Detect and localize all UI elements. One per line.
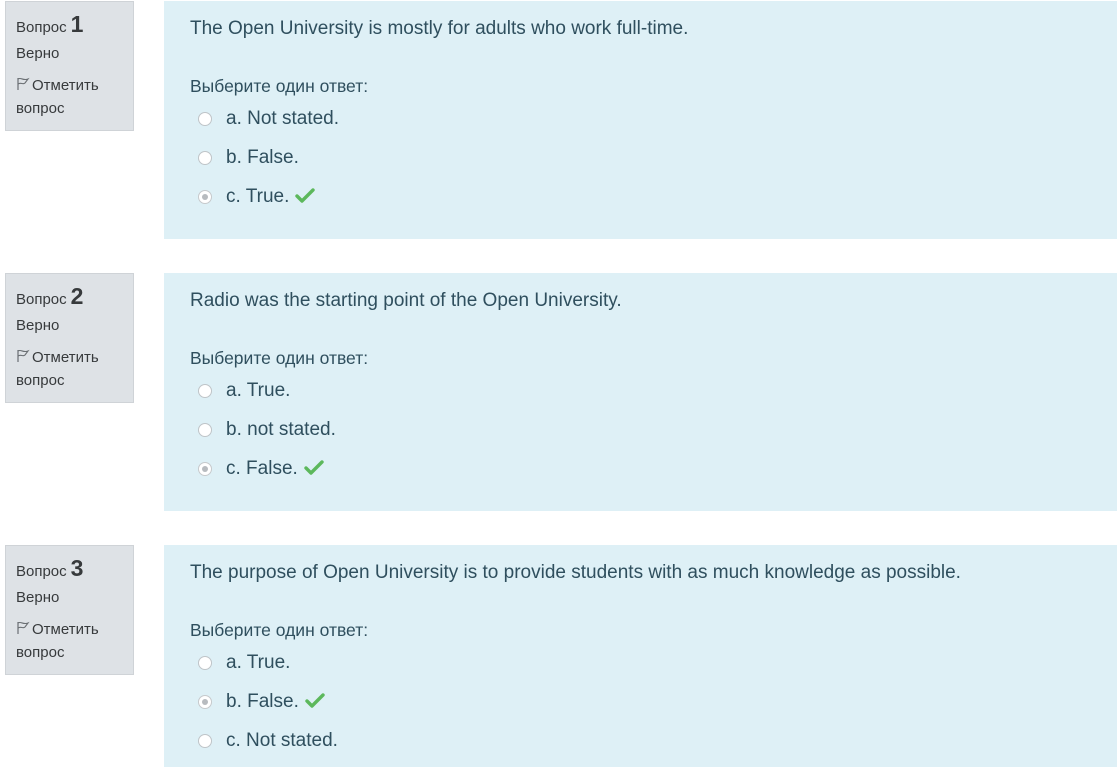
answer-radio[interactable]	[198, 734, 212, 748]
question-info: Вопрос 1 Верно Отметить вопрос	[5, 1, 134, 131]
question-label: Вопрос	[16, 291, 67, 308]
question-state: Верно	[16, 589, 60, 606]
answer-option[interactable]: b. False.	[190, 147, 1117, 186]
check-icon	[295, 188, 316, 203]
question-number: 2	[70, 283, 84, 309]
answer-list: a. True. b. False. c. Not stated.	[190, 652, 1117, 769]
answer-label: b. False.	[226, 691, 325, 713]
question-number: 1	[70, 11, 84, 37]
flag-icon	[17, 621, 30, 634]
question-info: Вопрос 3 Верно Отметить вопрос	[5, 545, 134, 675]
answer-option[interactable]: a. True.	[190, 380, 1117, 419]
answer-radio-selected[interactable]	[198, 462, 212, 476]
answer-radio[interactable]	[198, 112, 212, 126]
answer-label-text: c. False.	[226, 458, 298, 479]
answer-label: c. False.	[226, 458, 324, 480]
question-1: Вопрос 1 Верно Отметить вопрос The Open …	[0, 1, 1117, 239]
question-state: Верно	[16, 45, 60, 62]
answer-label: a. Not stated.	[226, 108, 340, 129]
answer-label-text: c. True.	[226, 186, 290, 207]
question-content: The Open University is mostly for adults…	[164, 1, 1117, 239]
answer-label-text: b. False.	[226, 691, 299, 712]
answer-option[interactable]: a. Not stated.	[190, 108, 1117, 147]
answer-radio-selected[interactable]	[198, 190, 212, 204]
answer-radio[interactable]	[198, 656, 212, 670]
answer-label: c. True.	[226, 186, 316, 208]
check-icon	[304, 460, 324, 475]
question-2: Вопрос 2 Верно Отметить вопрос Radio was…	[0, 273, 1117, 511]
answer-label: c. Not stated.	[226, 730, 338, 751]
question-text: The purpose of Open University is to pro…	[190, 562, 961, 583]
flag-question-link[interactable]: Отметить вопрос	[16, 74, 133, 120]
answer-option[interactable]: b. False.	[190, 691, 1117, 730]
answer-list: a. True. b. not stated. c. False.	[190, 380, 1117, 497]
answer-option[interactable]: c. Not stated.	[190, 730, 1117, 769]
answer-label: b. not stated.	[226, 419, 336, 440]
answer-option[interactable]: b. not stated.	[190, 419, 1117, 458]
question-3: Вопрос 3 Верно Отметить вопрос The purpo…	[0, 545, 1117, 767]
answer-option[interactable]: a. True.	[190, 652, 1117, 691]
answer-label: a. True.	[226, 380, 291, 401]
answer-radio[interactable]	[198, 423, 212, 437]
answer-label: b. False.	[226, 147, 299, 168]
answer-prompt: Выберите один ответ:	[190, 348, 369, 368]
answer-label: a. True.	[226, 652, 291, 673]
question-state: Верно	[16, 317, 60, 334]
answer-radio[interactable]	[198, 151, 212, 165]
flag-icon	[17, 349, 30, 362]
answer-option[interactable]: c. True.	[190, 186, 1117, 225]
question-info: Вопрос 2 Верно Отметить вопрос	[5, 273, 134, 403]
answer-radio-selected[interactable]	[198, 695, 212, 709]
question-content: Radio was the starting point of the Open…	[164, 273, 1117, 511]
question-text: The Open University is mostly for adults…	[190, 18, 689, 39]
question-label: Вопрос	[16, 19, 67, 36]
question-text: Radio was the starting point of the Open…	[190, 290, 622, 311]
flag-question-link[interactable]: Отметить вопрос	[16, 618, 133, 664]
answer-radio[interactable]	[198, 384, 212, 398]
answer-prompt: Выберите один ответ:	[190, 76, 369, 96]
flag-icon	[17, 77, 30, 90]
question-label: Вопрос	[16, 563, 67, 580]
flag-question-link[interactable]: Отметить вопрос	[16, 346, 133, 392]
question-number: 3	[70, 555, 84, 581]
check-icon	[305, 693, 325, 708]
answer-option[interactable]: c. False.	[190, 458, 1117, 497]
answer-list: a. Not stated. b. False. c. True.	[190, 108, 1117, 225]
answer-prompt: Выберите один ответ:	[190, 620, 369, 640]
question-content: The purpose of Open University is to pro…	[164, 545, 1117, 767]
